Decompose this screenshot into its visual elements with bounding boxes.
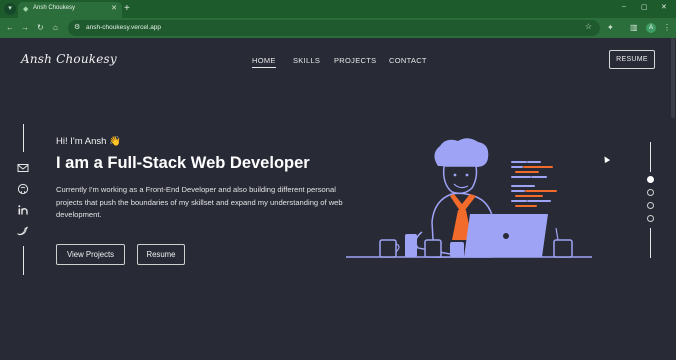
view-projects-button[interactable]: View Projects bbox=[56, 244, 125, 265]
tab-search-icon[interactable]: ▾ bbox=[4, 3, 16, 15]
mouse-cursor bbox=[601, 154, 611, 164]
extensions-icon[interactable]: ✦ bbox=[607, 22, 614, 34]
tab-title: Ansh Choukesy bbox=[33, 5, 76, 11]
mail-icon[interactable] bbox=[17, 162, 29, 174]
social-rail-top-line bbox=[23, 124, 24, 152]
social-rail-bottom-line bbox=[23, 246, 24, 275]
section-dot-1[interactable] bbox=[647, 176, 654, 183]
hero-description: Currently I'm working as a Front-End Dev… bbox=[56, 185, 343, 219]
bookmark-star-icon[interactable]: ☆ bbox=[585, 22, 592, 31]
tab-close-icon[interactable]: ✕ bbox=[111, 4, 117, 12]
browser-toolbar: ← → ↻ ⌂ ⚙ ansh-choukesy.vercel.app ☆ ✦ ▥… bbox=[0, 18, 676, 38]
developer-illustration bbox=[346, 138, 592, 258]
site-logo[interactable]: Ansh Choukesy bbox=[21, 52, 117, 66]
twitter-icon[interactable] bbox=[17, 225, 29, 237]
address-bar[interactable]: ⚙ ansh-choukesy.vercel.app ☆ bbox=[68, 20, 600, 36]
browser-tab[interactable]: ◆ Ansh Choukesy ✕ bbox=[18, 2, 122, 18]
nav-projects[interactable]: PROJECTS bbox=[334, 56, 376, 65]
minimize-button[interactable]: – bbox=[622, 3, 626, 10]
nav-contact[interactable]: CONTACT bbox=[389, 56, 427, 65]
dots-rail-bottom-line bbox=[650, 228, 651, 258]
resume-button[interactable]: Resume bbox=[137, 244, 185, 265]
new-tab-button[interactable]: + bbox=[124, 2, 130, 16]
section-dot-3[interactable] bbox=[647, 202, 654, 209]
url-text: ansh-choukesy.vercel.app bbox=[86, 24, 162, 31]
section-dot-2[interactable] bbox=[647, 189, 654, 196]
side-panel-icon[interactable]: ▥ bbox=[630, 22, 638, 34]
dots-rail-top-line bbox=[650, 142, 651, 172]
menu-kebab-icon[interactable]: ⋮ bbox=[663, 22, 671, 34]
site-info-icon[interactable]: ⚙ bbox=[74, 23, 80, 31]
maximize-button[interactable]: ▢ bbox=[641, 3, 648, 11]
profile-avatar[interactable]: A bbox=[646, 23, 656, 33]
github-icon[interactable] bbox=[17, 183, 29, 195]
hero-headline: I am a Full-Stack Web Developer bbox=[56, 154, 310, 172]
hero-greeting: Hi! I'm Ansh 👋 bbox=[56, 136, 121, 147]
linkedin-icon[interactable] bbox=[17, 204, 29, 216]
nav-home[interactable]: HOME bbox=[252, 56, 276, 68]
resume-nav-button[interactable]: RESUME bbox=[609, 50, 655, 69]
reload-icon[interactable]: ↻ bbox=[37, 22, 44, 34]
nav-skills[interactable]: SKILLS bbox=[293, 56, 320, 65]
browser-tab-bar: ▾ ◆ Ansh Choukesy ✕ + – ▢ ✕ bbox=[0, 0, 676, 18]
section-dot-4[interactable] bbox=[647, 215, 654, 222]
home-icon[interactable]: ⌂ bbox=[53, 22, 58, 34]
page-scrollbar[interactable] bbox=[671, 38, 675, 118]
forward-icon[interactable]: → bbox=[21, 22, 29, 34]
favicon-icon: ◆ bbox=[23, 6, 29, 13]
back-icon[interactable]: ← bbox=[6, 22, 14, 34]
portfolio-page: Ansh Choukesy HOME SKILLS PROJECTS CONTA… bbox=[0, 38, 676, 360]
close-window-button[interactable]: ✕ bbox=[661, 3, 667, 11]
